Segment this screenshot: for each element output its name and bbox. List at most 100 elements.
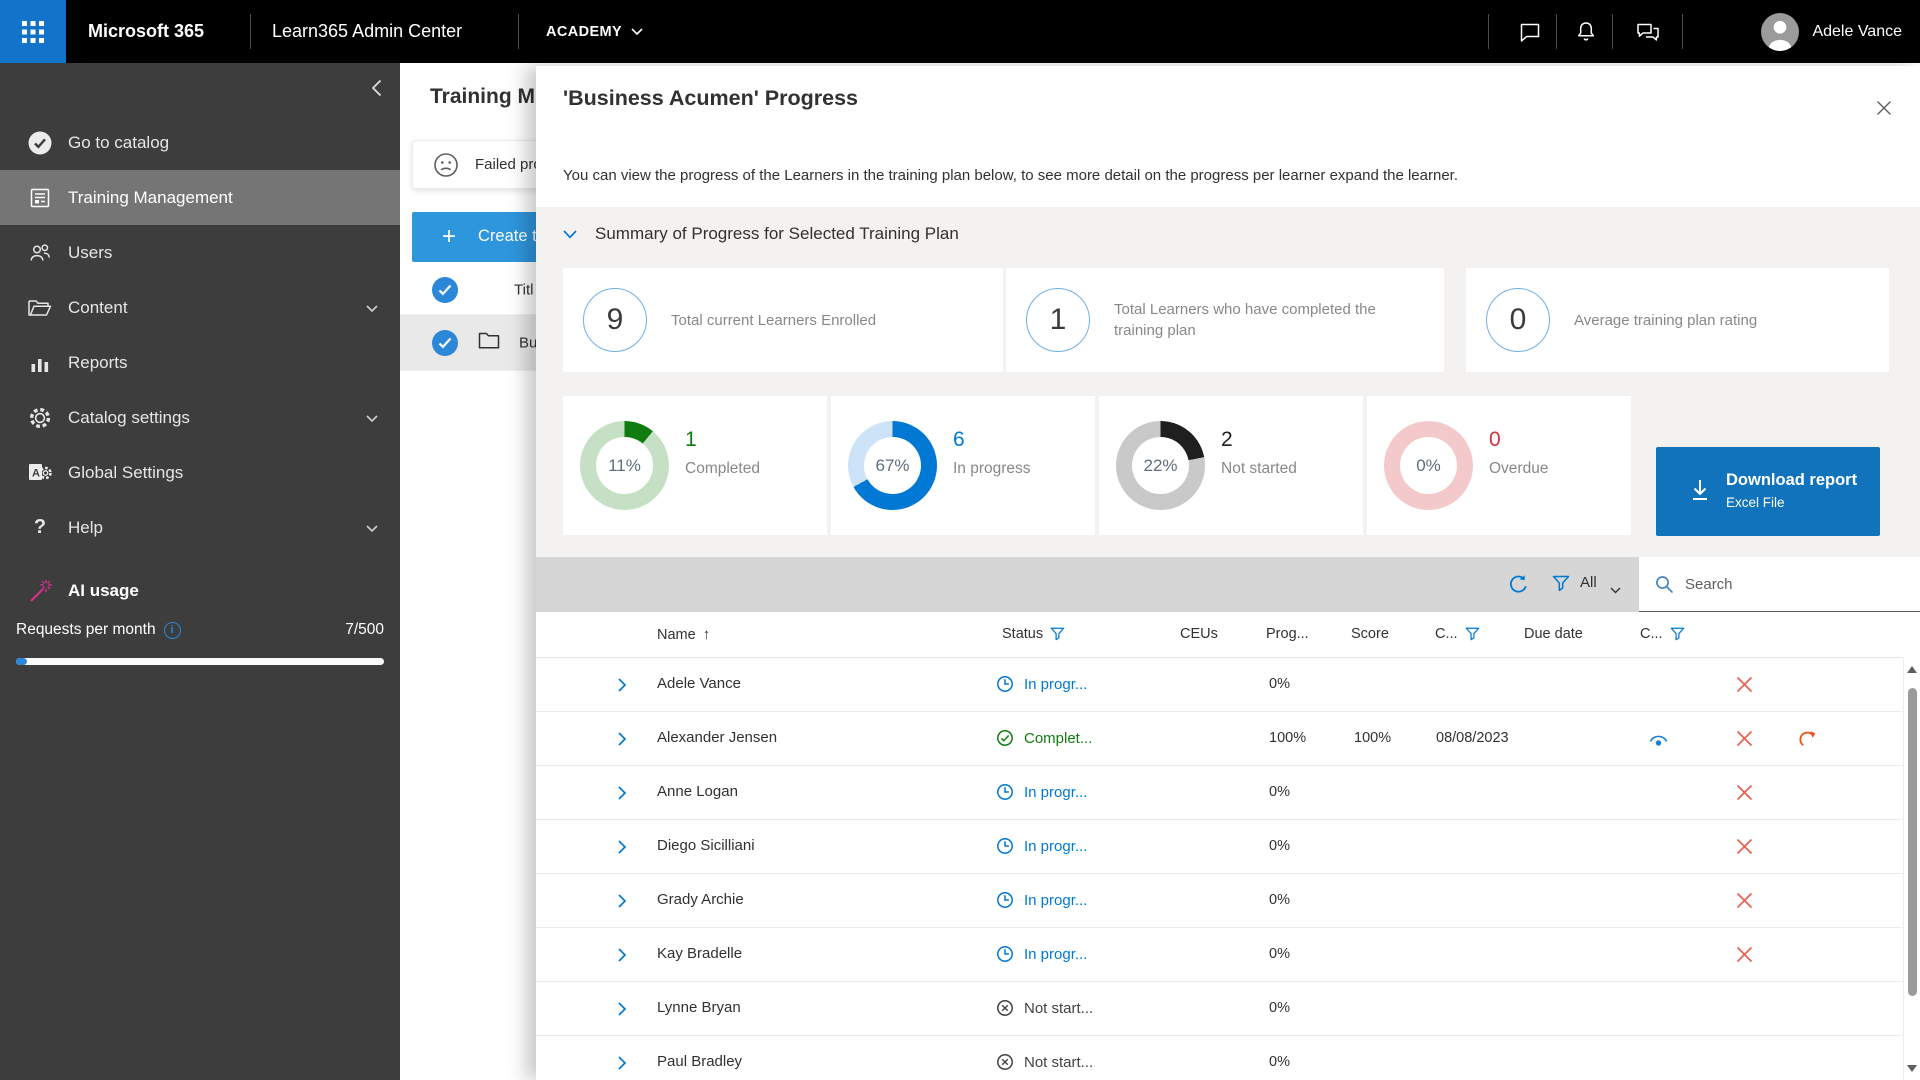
donut-chart-overdue: 0% <box>1384 421 1473 510</box>
collapse-sidebar-button[interactable] <box>371 79 382 102</box>
tenant-selector[interactable]: ACADEMY <box>546 0 643 63</box>
remove-learner-icon[interactable] <box>1736 676 1753 698</box>
scroll-up-arrow[interactable] <box>1907 666 1917 673</box>
expand-row-icon[interactable] <box>618 894 627 913</box>
donut-label: In progress <box>953 460 1031 478</box>
scroll-down-arrow[interactable] <box>1907 1065 1917 1072</box>
remove-learner-icon[interactable] <box>1736 946 1753 968</box>
scrollbar-thumb[interactable] <box>1908 688 1917 996</box>
selected-check-icon[interactable] <box>432 330 458 356</box>
remove-learner-icon[interactable] <box>1736 730 1753 752</box>
sidebar-item-go-to-catalog[interactable]: Go to catalog <box>0 115 400 170</box>
sidebar-item-users[interactable]: Users <box>0 225 400 280</box>
info-icon[interactable]: i <box>164 622 181 639</box>
requests-progress-fill <box>16 658 27 665</box>
table-row[interactable]: Adele Vance In progr... 0% <box>536 658 1903 712</box>
sidebar-item-ai-usage[interactable]: AI usage <box>0 563 400 618</box>
notifications-button[interactable] <box>1560 0 1612 63</box>
remove-learner-icon[interactable] <box>1736 838 1753 860</box>
sidebar-item-training-management[interactable]: Training Management <box>0 170 400 225</box>
sidebar-item-label: Training Management <box>68 188 233 208</box>
view-certificate-icon[interactable] <box>1648 732 1669 752</box>
status-completed-icon <box>996 729 1014 752</box>
chevron-down-icon[interactable] <box>1610 581 1621 599</box>
chevron-down-icon <box>366 408 378 428</box>
download-report-button[interactable]: Download report Excel File <box>1656 447 1880 536</box>
filter-selected-value[interactable]: All <box>1580 574 1597 591</box>
progress-value: 0% <box>1269 892 1290 908</box>
selected-check-icon[interactable] <box>432 277 458 303</box>
remove-learner-icon[interactable] <box>1736 784 1753 806</box>
filter-button[interactable] <box>1552 575 1570 597</box>
divider <box>1682 14 1683 49</box>
column-header-due-date[interactable]: Due date <box>1524 626 1583 642</box>
bell-icon <box>1574 20 1598 44</box>
column-header-completed-date[interactable]: C... <box>1435 626 1480 642</box>
learner-name: Paul Bradley <box>657 1053 742 1070</box>
donut-label: Overdue <box>1489 460 1548 478</box>
column-header-certificate[interactable]: C... <box>1640 626 1685 642</box>
learner-name: Lynne Bryan <box>657 999 741 1016</box>
sidebar-item-reports[interactable]: Reports <box>0 335 400 390</box>
requests-value: 7/500 <box>345 621 384 639</box>
table-row[interactable]: Diego Sicilliani In progr... 0% <box>536 820 1903 874</box>
product-name[interactable]: Microsoft 365 <box>88 0 204 63</box>
person-icon <box>1761 13 1799 51</box>
sidebar-item-help[interactable]: ? Help <box>0 500 400 555</box>
account-menu[interactable]: Adele Vance <box>1761 0 1902 63</box>
donut-chart-in-progress: 67% <box>848 421 937 510</box>
column-header-progress[interactable]: Prog... <box>1266 626 1309 642</box>
vertical-scrollbar[interactable] <box>1903 658 1920 1080</box>
filter-funnel-icon[interactable] <box>1670 627 1685 641</box>
sidebar-item-label: Reports <box>68 353 128 373</box>
stat-value: 0 <box>1486 288 1550 352</box>
search-input[interactable]: Search <box>1639 557 1920 612</box>
table-row[interactable]: Kay Bradelle In progr... 0% <box>536 928 1903 982</box>
refresh-button[interactable] <box>1508 574 1529 600</box>
filter-funnel-icon[interactable] <box>1465 627 1480 641</box>
donut-percent: 0% <box>1400 437 1457 494</box>
sidebar-item-content[interactable]: Content <box>0 280 400 335</box>
remove-learner-icon[interactable] <box>1736 892 1753 914</box>
feedback-button[interactable] <box>1622 0 1674 63</box>
table-row[interactable]: Lynne Bryan Not start... 0% <box>536 982 1903 1036</box>
sidebar-item-catalog-settings[interactable]: Catalog settings <box>0 390 400 445</box>
progress-panel: 'Business Acumen' Progress You can view … <box>536 66 1920 1080</box>
table-row[interactable]: Alexander Jensen Complet... 100% 100% 08… <box>536 712 1903 766</box>
table-row[interactable]: Anne Logan In progr... 0% <box>536 766 1903 820</box>
donut-count: 2 <box>1221 428 1233 452</box>
avatar <box>1761 13 1799 51</box>
column-header-ceus[interactable]: CEUs <box>1180 626 1218 642</box>
expand-row-icon[interactable] <box>618 840 627 859</box>
column-header-status[interactable]: Status <box>1002 626 1065 642</box>
expand-row-icon[interactable] <box>618 948 627 967</box>
double-chat-icon <box>1635 20 1661 44</box>
download-subtitle: Excel File <box>1726 495 1785 510</box>
column-header-score[interactable]: Score <box>1351 626 1389 642</box>
folder-icon <box>26 297 54 319</box>
progress-value: 100% <box>1269 730 1306 746</box>
chevron-down-icon <box>366 298 378 318</box>
expand-row-icon[interactable] <box>618 786 627 805</box>
filter-funnel-icon[interactable] <box>1050 627 1065 641</box>
expand-row-icon[interactable] <box>618 1002 627 1021</box>
app-launcher-button[interactable] <box>0 0 66 63</box>
learner-name: Alexander Jensen <box>657 729 777 746</box>
learner-name: Adele Vance <box>657 675 741 692</box>
expand-row-icon[interactable] <box>618 678 627 697</box>
close-button[interactable] <box>1872 96 1896 120</box>
status-text: In progr... <box>1024 892 1087 909</box>
table-row[interactable]: Paul Bradley Not start... 0% <box>536 1036 1903 1080</box>
retake-icon[interactable] <box>1798 729 1817 753</box>
expand-row-icon[interactable] <box>618 1056 627 1075</box>
expand-row-icon[interactable] <box>618 732 627 751</box>
column-header-name[interactable]: Name ↑ <box>657 626 710 643</box>
app-name[interactable]: Learn365 Admin Center <box>272 0 462 63</box>
table-row[interactable]: Grady Archie In progr... 0% <box>536 874 1903 928</box>
sidebar-item-global-settings[interactable]: A Global Settings <box>0 445 400 500</box>
status-in-progress-icon <box>996 945 1014 968</box>
divider <box>518 14 519 49</box>
summary-toggle[interactable]: Summary of Progress for Selected Trainin… <box>563 219 959 249</box>
chat-icon <box>1518 20 1542 44</box>
chat-button[interactable] <box>1504 0 1556 63</box>
